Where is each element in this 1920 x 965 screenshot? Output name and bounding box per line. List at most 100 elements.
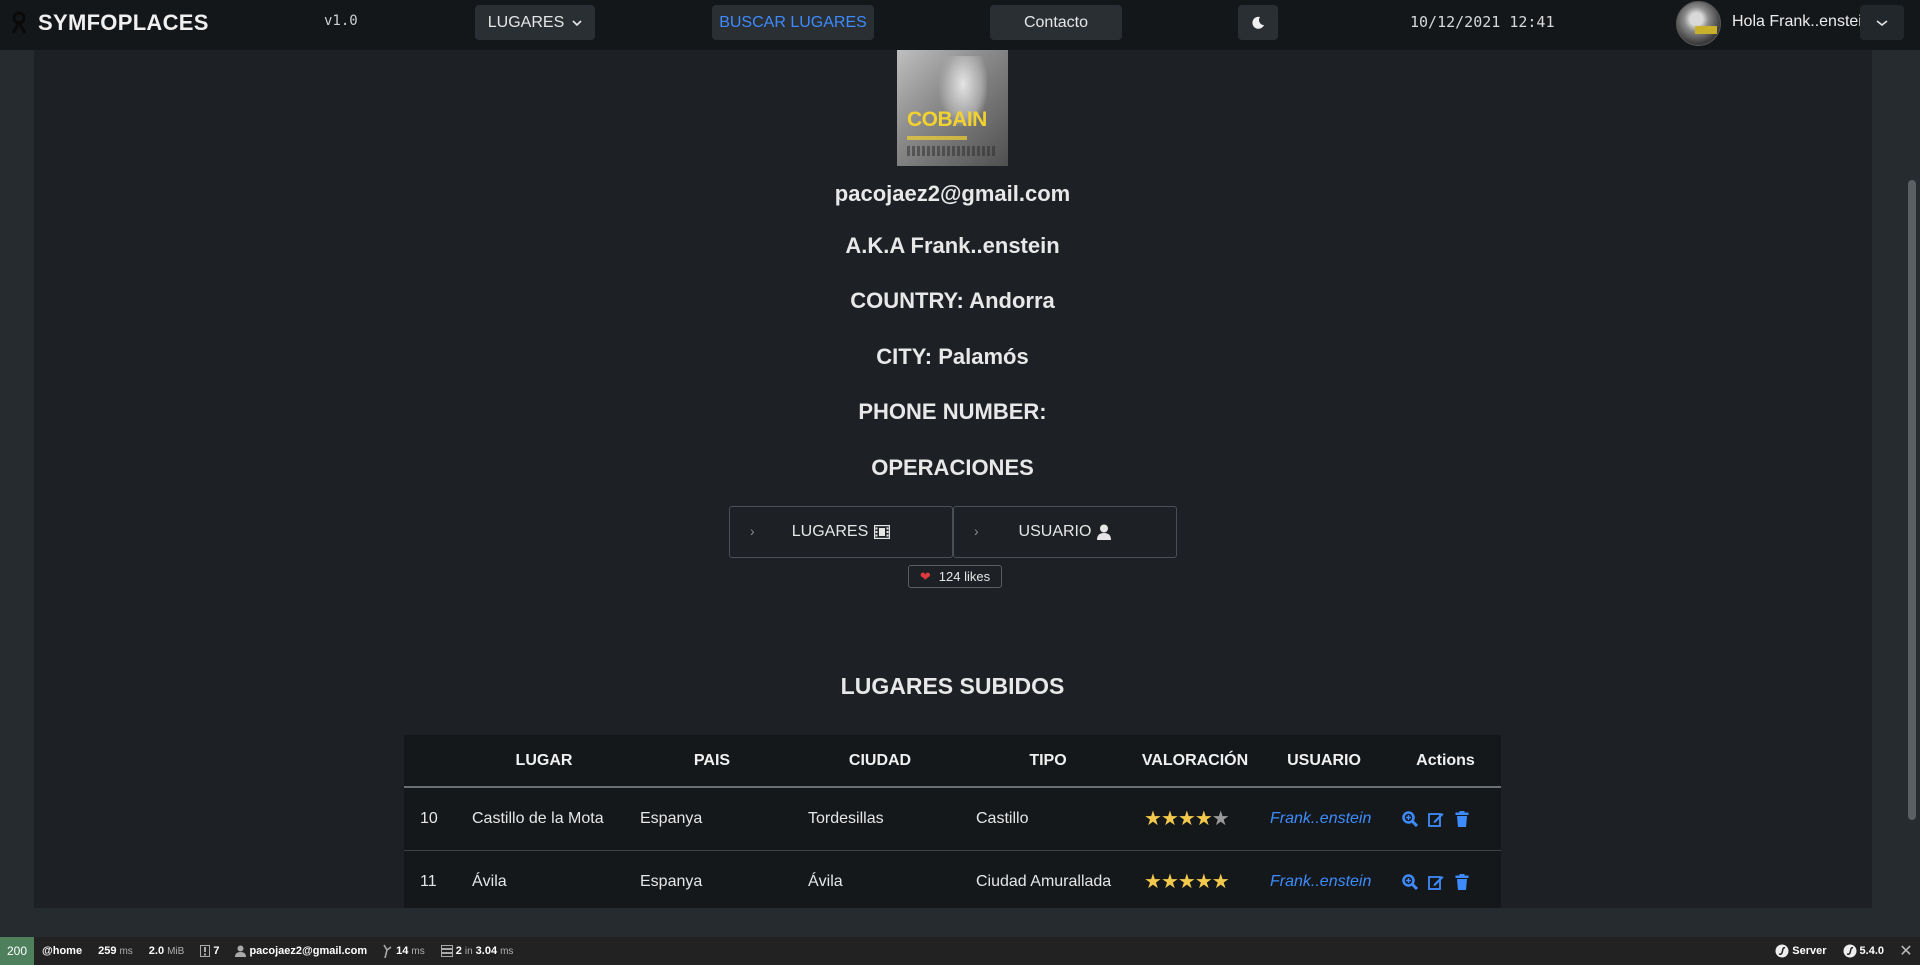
symfony-debug-toolbar: 200 @home 259 ms 2.0 MiB 7 pacojaez2@gmail…: [0, 937, 1920, 965]
star-filled-icon: ★: [1194, 808, 1213, 831]
star-filled-icon: ★: [1144, 871, 1162, 893]
row-lugar: Castillo de la Mota: [460, 787, 628, 851]
operaciones-usuario-button[interactable]: › USUARIO: [953, 506, 1177, 558]
twig-unit: ms: [411, 945, 425, 957]
row-lugar: Ávila: [460, 850, 628, 908]
twig-icon: [383, 944, 392, 958]
top-navbar: SYMFOPLACES v1.0 LUGARES BUSCAR LUGARES …: [0, 0, 1920, 50]
log-icon: [200, 945, 211, 957]
trash-icon[interactable]: [1454, 810, 1470, 827]
column-header-tipo: TIPO: [964, 735, 1132, 788]
toolbar-route[interactable]: @home: [34, 937, 90, 965]
operaciones-lugares-label: LUGARES: [791, 523, 869, 540]
edit-icon[interactable]: [1428, 874, 1444, 890]
star-filled-icon: ★: [1211, 871, 1230, 893]
user-greeting[interactable]: Hola Frank..enstein: [1732, 13, 1871, 31]
close-icon[interactable]: ✕: [1892, 937, 1920, 965]
star-filled-icon: ★: [1160, 871, 1179, 893]
contacto-label: Contacto: [1023, 13, 1089, 31]
operaciones-usuario-label: USUARIO: [1018, 523, 1092, 540]
trash-icon[interactable]: [1454, 873, 1470, 890]
avatar[interactable]: [1676, 1, 1721, 46]
star-filled-icon: ★: [1177, 871, 1196, 893]
row-tipo: Ciudad Amurallada: [964, 850, 1132, 908]
poster-title: COBAIN: [907, 108, 987, 131]
film-icon: [874, 525, 891, 539]
row-id: 10: [404, 787, 460, 851]
toolbar-database[interactable]: 2 in 3.04 ms: [433, 937, 522, 965]
operaciones-heading: OPERACIONES: [871, 455, 1034, 480]
row-actions: [1390, 787, 1501, 851]
profile-aka: A.K.A Frank..enstein: [845, 233, 1060, 258]
table-header-row: LUGAR PAIS CIUDAD TIPO VALORACIÓN USUARI…: [404, 735, 1501, 788]
star-filled-icon: ★: [1194, 871, 1213, 893]
app-version: v1.0: [324, 13, 358, 29]
column-header-lugar: LUGAR: [460, 735, 628, 788]
star-filled-icon: ★: [1160, 808, 1179, 831]
column-header-pais: PAIS: [628, 735, 796, 788]
view-icon[interactable]: [1402, 873, 1418, 890]
likes-count: 124 likes: [938, 569, 991, 584]
toolbar-user-email: pacojaez2@gmail.com: [249, 945, 368, 957]
user-icon: [1097, 524, 1112, 540]
profile-picture: COBAIN: [897, 50, 1008, 166]
status-badge[interactable]: 200: [0, 937, 34, 965]
memory-unit: MiB: [167, 945, 185, 957]
toolbar-twig[interactable]: 14 ms: [375, 937, 433, 965]
row-usuario: Frank..enstein: [1258, 787, 1390, 851]
chevron-right-icon: ›: [974, 523, 979, 539]
row-user-link[interactable]: Frank..enstein: [1270, 873, 1371, 890]
scrollbar-thumb[interactable]: [1908, 180, 1916, 820]
profile-country: COUNTRY: Andorra: [850, 288, 1055, 313]
brand[interactable]: SYMFOPLACES: [10, 10, 209, 36]
row-ciudad: Tordesillas: [796, 787, 964, 851]
symfony-logo-icon: [1775, 944, 1789, 958]
view-icon[interactable]: [1402, 811, 1418, 827]
brand-name: SYMFOPLACES: [38, 10, 209, 35]
star-filled-icon: ★: [1177, 808, 1196, 831]
edit-icon[interactable]: [1428, 811, 1444, 827]
twig-value: 14: [396, 945, 409, 957]
theme-toggle-button[interactable]: [1238, 5, 1278, 40]
current-datetime: 10/12/2021 12:41: [1410, 13, 1555, 31]
column-header-actions: Actions: [1390, 735, 1501, 788]
row-tipo: Castillo: [964, 787, 1132, 851]
chevron-down-icon: [572, 19, 582, 26]
star-filled-icon: ★: [1144, 808, 1162, 831]
row-usuario: Frank..enstein: [1258, 850, 1390, 908]
lugares-dropdown[interactable]: LUGARES: [475, 5, 595, 40]
profile-phone: PHONE NUMBER:: [858, 399, 1047, 424]
symfony-logo-icon: [1843, 944, 1857, 958]
contacto-button[interactable]: Contacto: [990, 5, 1122, 40]
row-id: 11: [404, 850, 460, 908]
operaciones-lugares-button[interactable]: › LUGARES: [729, 506, 953, 558]
toolbar-user[interactable]: pacojaez2@gmail.com: [227, 937, 375, 965]
column-header-usuario: USUARIO: [1258, 735, 1390, 788]
buscar-lugares-button[interactable]: BUSCAR LUGARES: [712, 5, 874, 40]
db-query-count: 2: [455, 945, 462, 957]
column-header-id: [404, 735, 460, 788]
db-time-value: 3.04: [475, 945, 498, 957]
time-value: 259: [98, 945, 117, 957]
profile-city: CITY: Palamós: [876, 344, 1029, 369]
toolbar-memory[interactable]: 2.0 MiB: [141, 937, 193, 965]
database-icon: [440, 945, 453, 957]
table-row: 10 Castillo de la Mota Espanya Tordesill…: [404, 787, 1501, 851]
toolbar-time[interactable]: 259 ms: [90, 937, 141, 965]
toolbar-right: Server 5.4.0 ✕: [1767, 937, 1920, 965]
likes-badge[interactable]: ❤ 124 likes: [908, 565, 1002, 588]
logs-count: 7: [213, 945, 220, 957]
toolbar-version[interactable]: 5.4.0: [1835, 937, 1892, 965]
toolbar-logs[interactable]: 7: [192, 937, 227, 965]
row-ciudad: Ávila: [796, 850, 964, 908]
db-in-label: in: [464, 945, 473, 957]
chevron-right-icon: ›: [750, 523, 755, 539]
server-label: Server: [1792, 945, 1827, 957]
user-menu-toggle[interactable]: [1860, 5, 1904, 40]
db-time-unit: ms: [500, 945, 514, 957]
star-rating: ★★★★★: [1144, 871, 1230, 893]
row-user-link[interactable]: Frank..enstein: [1270, 810, 1371, 827]
star-rating: ★★★★★: [1144, 808, 1230, 831]
toolbar-server[interactable]: Server: [1767, 937, 1834, 965]
row-rating: ★★★★★: [1132, 787, 1258, 851]
